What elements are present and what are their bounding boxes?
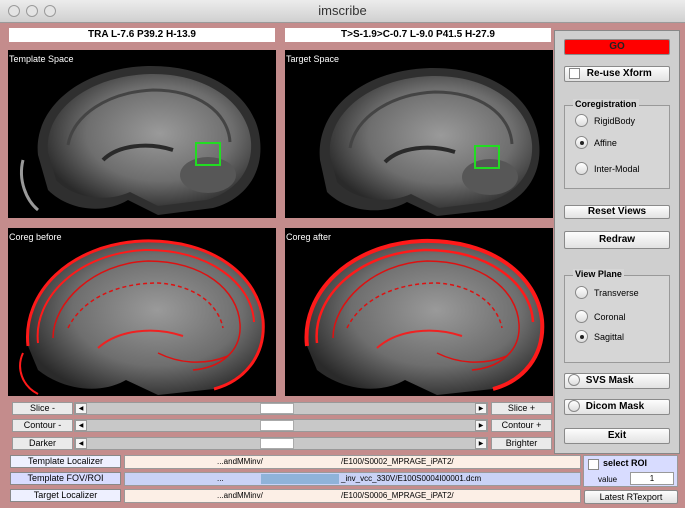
reuse-xform-checkbox[interactable] <box>569 67 580 79</box>
roi-value-label: value <box>598 475 618 484</box>
slice-left-arrow-icon[interactable]: ◀ <box>75 403 87 414</box>
brightness-right-arrow-icon[interactable]: ▶ <box>475 438 487 449</box>
radio-inter-modal-label: Inter-Modal <box>594 163 640 174</box>
coregistration-title: Coregistration <box>573 99 639 109</box>
target-space-label: Target Space <box>286 54 340 64</box>
radio-circle-icon[interactable] <box>575 310 588 323</box>
radio-transverse-label: Transverse <box>594 287 639 298</box>
target-brain-image <box>319 67 540 216</box>
radio-sagittal[interactable]: Sagittal <box>575 330 624 343</box>
coregistration-group: Coregistration RigidBody Affine Inter-Mo… <box>564 99 670 189</box>
radio-circle-icon[interactable] <box>575 286 588 299</box>
path-text-highlight <box>261 474 339 484</box>
reuse-xform-toggle[interactable]: Re-use Xform <box>564 66 670 82</box>
brightness-slider[interactable]: ◀ ▶ <box>74 437 488 450</box>
contour-minus-button[interactable]: Contour - <box>12 419 73 432</box>
title-bar: imscribe <box>0 0 685 23</box>
slice-plus-button[interactable]: Slice + <box>491 402 552 415</box>
brighter-button[interactable]: Brighter <box>491 437 552 450</box>
window-title: imscribe <box>318 3 367 18</box>
control-sidebar: GO Re-use Xform Coregistration RigidBody… <box>554 30 680 454</box>
coreg-after-image <box>304 238 545 395</box>
radio-transverse[interactable]: Transverse <box>575 286 639 299</box>
redraw-button[interactable]: Redraw <box>564 231 670 249</box>
contour-slider-thumb[interactable] <box>260 420 294 431</box>
svs-mask-label: SVS Mask <box>585 375 634 386</box>
slice-right-arrow-icon[interactable]: ▶ <box>475 403 487 414</box>
radio-affine-label: Affine <box>594 137 617 148</box>
template-fov-roi-path-left: ... <box>217 474 224 483</box>
radio-selected-icon[interactable] <box>575 136 588 149</box>
radio-rigidbody[interactable]: RigidBody <box>575 114 635 127</box>
latest-rtexport-button[interactable]: Latest RTexport <box>584 490 678 504</box>
dicom-mask-toggle[interactable]: Dicom Mask <box>564 399 670 415</box>
slice-slider-thumb[interactable] <box>260 403 294 414</box>
contour-right-arrow-icon[interactable]: ▶ <box>475 420 487 431</box>
radio-rigidbody-label: RigidBody <box>594 115 636 126</box>
slice-minus-button[interactable]: Slice - <box>12 402 73 415</box>
contour-plus-button[interactable]: Contour + <box>491 419 552 432</box>
select-roi-panel: select ROI value 1 <box>583 455 678 487</box>
target-localizer-path-right: /E100/S0006_MPRAGE_iPAT2/ <box>341 491 454 500</box>
coreg-after-label: Coreg after <box>286 232 332 242</box>
coreg-before-view[interactable]: Coreg before <box>8 228 276 396</box>
template-fov-roi-path-right: _inv_vcc_330V/E100S0004I00001.dcm <box>341 474 482 483</box>
template-coordinates: TRA L-7.6 P39.2 H-13.9 <box>9 28 275 42</box>
template-localizer-button[interactable]: Template Localizer <box>10 455 121 468</box>
radio-coronal-label: Coronal <box>594 311 626 322</box>
template-localizer-path[interactable]: ...andMMinv/ /E100/S0002_MPRAGE_iPAT2/ <box>124 455 581 469</box>
view-plane-group: View Plane Transverse Coronal Sagittal <box>564 269 670 363</box>
dicom-mask-radio-icon[interactable] <box>568 400 580 413</box>
view-plane-title: View Plane <box>573 269 624 279</box>
roi-value-input[interactable]: 1 <box>630 472 674 485</box>
reset-views-button[interactable]: Reset Views <box>564 205 670 219</box>
radio-sagittal-label: Sagittal <box>594 331 625 342</box>
select-roi-label: select ROI <box>603 458 648 468</box>
template-localizer-path-right: /E100/S0002_MPRAGE_iPAT2/ <box>341 457 454 466</box>
target-localizer-button[interactable]: Target Localizer <box>10 489 121 502</box>
coreg-before-image <box>19 239 265 395</box>
coreg-after-view[interactable]: Coreg after <box>285 228 553 396</box>
template-brain-image <box>20 65 261 215</box>
radio-circle-icon[interactable] <box>575 162 588 175</box>
svs-mask-toggle[interactable]: SVS Mask <box>564 373 670 389</box>
darker-button[interactable]: Darker <box>12 437 73 450</box>
template-space-label: Template Space <box>9 54 74 64</box>
target-localizer-path-left: ...andMMinv/ <box>217 491 263 500</box>
select-roi-checkbox[interactable] <box>588 459 599 470</box>
brightness-left-arrow-icon[interactable]: ◀ <box>75 438 87 449</box>
contour-slider[interactable]: ◀ ▶ <box>74 419 488 432</box>
svs-mask-radio-icon[interactable] <box>568 374 580 387</box>
reuse-xform-label: Re-use Xform <box>586 68 652 79</box>
radio-coronal[interactable]: Coronal <box>575 310 626 323</box>
template-space-view[interactable]: Template Space <box>8 50 276 218</box>
template-localizer-path-left: ...andMMinv/ <box>217 457 263 466</box>
radio-circle-icon[interactable] <box>575 114 588 127</box>
coreg-before-label: Coreg before <box>9 232 62 242</box>
template-fov-roi-path[interactable]: ... _inv_vcc_330V/E100S0004I00001.dcm <box>124 472 581 486</box>
target-space-view[interactable]: Target Space <box>285 50 553 218</box>
target-coordinates: T>S-1.9>C-0.7 L-9.0 P41.5 H-27.9 <box>285 28 551 42</box>
dicom-mask-label: Dicom Mask <box>585 401 645 412</box>
go-button[interactable]: GO <box>564 39 670 55</box>
radio-selected-icon[interactable] <box>575 330 588 343</box>
radio-affine[interactable]: Affine <box>575 136 617 149</box>
radio-inter-modal[interactable]: Inter-Modal <box>575 162 640 175</box>
template-fov-roi-button[interactable]: Template FOV/ROI <box>10 472 121 485</box>
contour-left-arrow-icon[interactable]: ◀ <box>75 420 87 431</box>
exit-button[interactable]: Exit <box>564 428 670 444</box>
slice-slider[interactable]: ◀ ▶ <box>74 402 488 415</box>
brightness-slider-thumb[interactable] <box>260 438 294 449</box>
target-localizer-path[interactable]: ...andMMinv/ /E100/S0006_MPRAGE_iPAT2/ <box>124 489 581 503</box>
